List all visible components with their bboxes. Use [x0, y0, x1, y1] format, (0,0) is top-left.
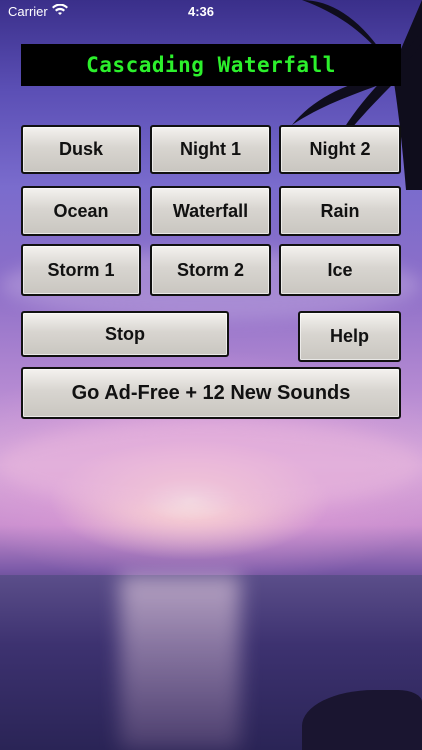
sound-button-storm-1[interactable]: Storm 1 [21, 244, 141, 296]
sound-button-ocean[interactable]: Ocean [21, 186, 141, 236]
carrier-label: Carrier [8, 4, 48, 19]
sound-button-waterfall[interactable]: Waterfall [150, 186, 271, 236]
sound-button-rain[interactable]: Rain [279, 186, 401, 236]
sound-button-dusk[interactable]: Dusk [21, 125, 141, 174]
app-title-bar: Cascading Waterfall [21, 44, 401, 86]
clock: 4:36 [188, 4, 215, 19]
sound-button-night-1[interactable]: Night 1 [150, 125, 271, 174]
stop-button[interactable]: Stop [21, 311, 229, 357]
sound-button-night-2[interactable]: Night 2 [279, 125, 401, 174]
cloud-band [0, 420, 422, 510]
app-title: Cascading Waterfall [86, 53, 336, 77]
go-ad-free-button[interactable]: Go Ad-Free + 12 New Sounds [21, 367, 401, 419]
help-button[interactable]: Help [298, 311, 401, 362]
sound-button-ice[interactable]: Ice [279, 244, 401, 296]
sound-button-storm-2[interactable]: Storm 2 [150, 244, 271, 296]
wifi-icon [52, 3, 68, 19]
sun-reflection [120, 575, 240, 750]
status-bar: Carrier 4:36 [0, 0, 422, 24]
